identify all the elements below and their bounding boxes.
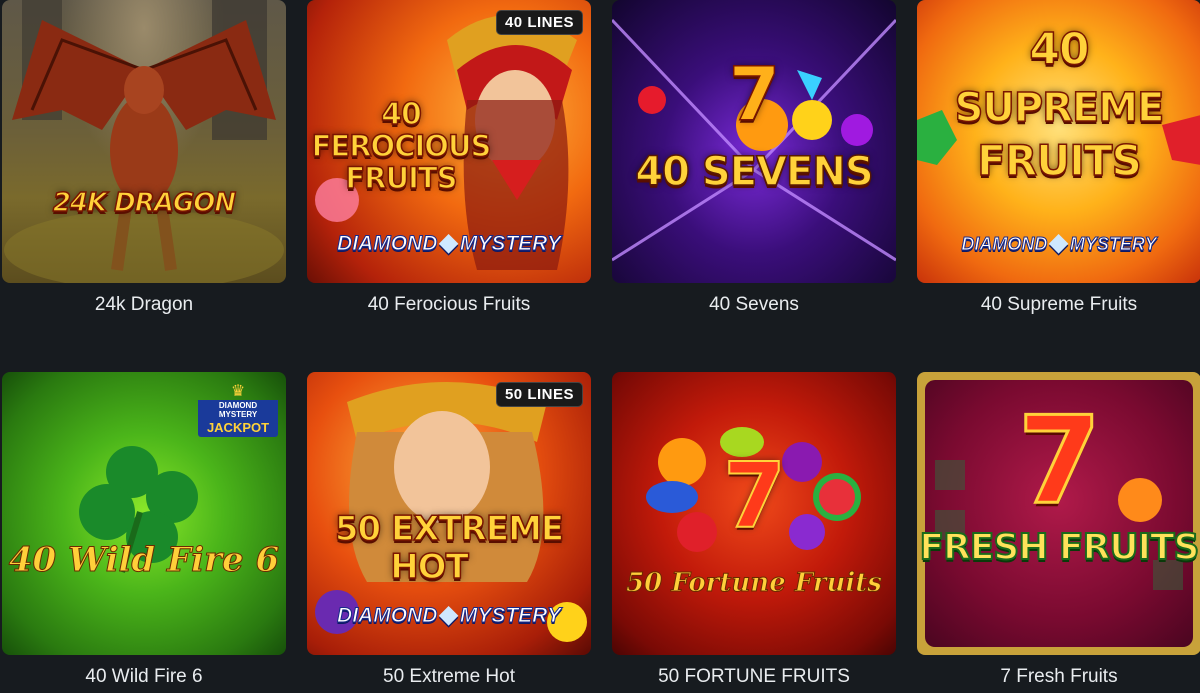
game-title[interactable]: 24k Dragon: [2, 294, 286, 316]
game-logo-line-2: FEROCIOUS: [311, 129, 492, 163]
subbrand-left: DIAMOND: [337, 604, 438, 628]
game-thumbnail[interactable]: ♛ DIAMOND MYSTERY JACKPOT 40 Wild Fire 6: [2, 372, 286, 655]
game-logo: 24K DRAGON: [52, 188, 237, 218]
game-logo: 50 Fortune Fruits: [626, 568, 883, 599]
diamond-mystery-banner: DIAMOND◆MYSTERY: [317, 228, 581, 257]
seven-icon: 7: [728, 52, 781, 138]
diamond-mystery-banner: DIAMOND◆MYSTERY: [927, 228, 1191, 257]
game-title[interactable]: 7 Fresh Fruits: [917, 666, 1200, 688]
game-logo-line-1: 40: [1029, 24, 1091, 75]
game-logo-line-2: HOT: [389, 547, 469, 587]
game-thumbnail[interactable]: 7 50 Fortune Fruits: [612, 372, 896, 655]
subbrand-right: MYSTERY: [459, 604, 561, 628]
seven-icon: 7: [1016, 392, 1103, 531]
game-title[interactable]: 40 Supreme Fruits: [917, 294, 1200, 316]
game-logo: 40 SEVENS: [635, 149, 875, 195]
seven-icon: 7: [722, 444, 787, 549]
game-thumbnail[interactable]: 40 LINES 40 FEROCIOUS FRUITS DIAMOND◆MYS…: [307, 0, 591, 283]
game-title[interactable]: 40 Ferocious Fruits: [307, 294, 591, 316]
game-title[interactable]: 40 Sevens: [612, 294, 896, 316]
game-logo-line-2: SUPREME: [954, 85, 1165, 131]
subbrand-left: DIAMOND: [961, 234, 1048, 255]
lines-badge: 50 LINES: [495, 382, 583, 407]
game-logo: 40 Wild Fire 6: [8, 540, 280, 581]
jackpot-badge: ♛ DIAMOND MYSTERY JACKPOT: [198, 384, 278, 437]
game-logo: FRESH FRUITS: [919, 527, 1200, 568]
game-thumbnail[interactable]: 7 40 SEVENS: [612, 0, 896, 283]
game-logo-line-3: FRUITS: [976, 136, 1142, 185]
game-logo-line-1: 50 EXTREME: [334, 509, 565, 549]
game-title[interactable]: 50 Extreme Hot: [307, 666, 591, 688]
game-thumbnail[interactable]: 7 FRESH FRUITS: [917, 372, 1200, 655]
game-title[interactable]: 40 Wild Fire 6: [2, 666, 286, 688]
game-grid: 24K DRAGON 24k Dragon 40 LINES 40 FEROCI…: [0, 0, 1200, 693]
game-title[interactable]: 50 FORTUNE FRUITS: [612, 666, 896, 688]
crown-icon: ♛: [230, 383, 246, 400]
subbrand-right: MYSTERY: [1069, 234, 1157, 255]
game-thumbnail[interactable]: 24K DRAGON: [2, 0, 286, 283]
diamond-icon: ◆: [439, 601, 458, 628]
subbrand-left: DIAMOND: [337, 232, 438, 256]
subbrand-right: MYSTERY: [459, 232, 561, 256]
game-logo-line-3: FRUITS: [345, 161, 459, 195]
diamond-icon: ◆: [439, 229, 458, 256]
jackpot-top-label: DIAMOND MYSTERY: [198, 400, 278, 420]
sevens-illustration: [612, 18, 896, 262]
diamond-icon: ◆: [1049, 229, 1068, 256]
game-logo-line-1: 40: [380, 97, 422, 132]
diamond-mystery-banner: DIAMOND◆MYSTERY: [317, 600, 581, 629]
dragon-illustration: [4, 0, 284, 283]
lines-badge: 40 LINES: [495, 10, 583, 35]
game-thumbnail[interactable]: 50 LINES 50 EXTREME HOT DIAMOND◆MYSTERY: [307, 372, 591, 655]
game-thumbnail[interactable]: 40 SUPREME FRUITS DIAMOND◆ MYSTERY: [917, 0, 1200, 283]
jackpot-label: JACKPOT: [198, 420, 278, 437]
